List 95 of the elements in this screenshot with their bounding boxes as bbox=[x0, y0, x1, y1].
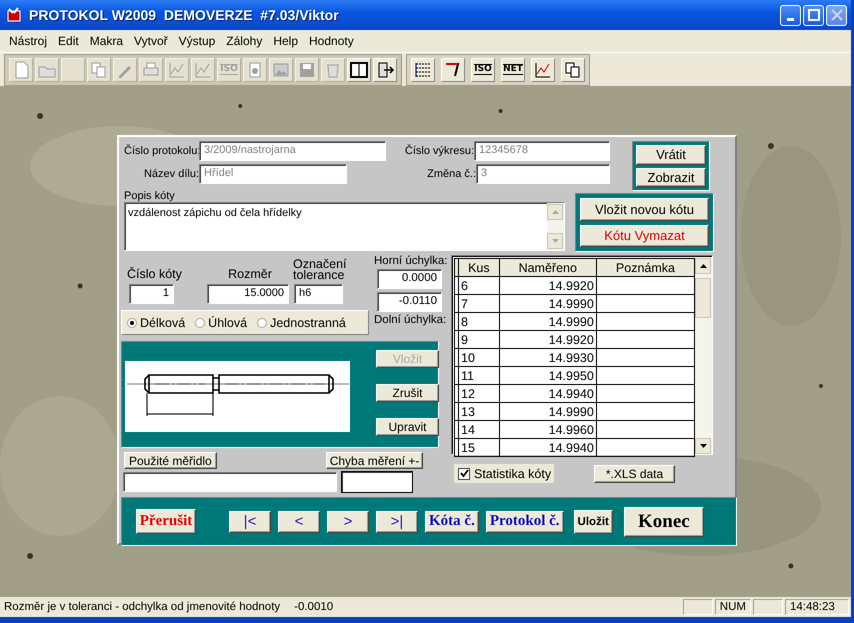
action-button[interactable]: Konec bbox=[624, 506, 704, 536]
action-button[interactable]: Kóta č. bbox=[425, 510, 479, 532]
type-radio[interactable]: Délková bbox=[127, 316, 186, 330]
menu-item[interactable]: Zálohy bbox=[221, 32, 268, 50]
type-radio[interactable]: Úhlová bbox=[195, 316, 248, 330]
field-label: Dolní úchylka: bbox=[374, 314, 444, 326]
nav-button[interactable]: |< bbox=[229, 510, 271, 532]
column-header[interactable]: Kus bbox=[458, 258, 500, 276]
minimize-button[interactable] bbox=[780, 4, 801, 26]
table-cell: 13 bbox=[458, 402, 500, 420]
maximize-button[interactable] bbox=[803, 4, 824, 26]
drawing-button[interactable]: Zrušit bbox=[376, 384, 439, 402]
scroll-down-icon[interactable] bbox=[700, 444, 707, 448]
close-icon bbox=[830, 9, 842, 21]
field-label: Rozměr bbox=[227, 267, 273, 281]
gauge-button[interactable]: Použité měřidlo bbox=[124, 452, 217, 469]
exit-icon[interactable] bbox=[373, 58, 397, 82]
field-label: Číslo kóty bbox=[127, 267, 183, 281]
scroll-up-icon[interactable] bbox=[700, 264, 707, 268]
table-cell: 12 bbox=[458, 384, 500, 402]
pen-icon[interactable] bbox=[441, 58, 465, 82]
delete-button[interactable]: Kótu Vymazat bbox=[580, 224, 709, 247]
table-cell: 11 bbox=[458, 366, 500, 384]
menu-item[interactable]: Help bbox=[268, 32, 304, 50]
menu-item[interactable]: Edit bbox=[53, 32, 85, 50]
table-cell: 10 bbox=[458, 348, 500, 366]
action-button[interactable]: Přerušit bbox=[136, 509, 196, 534]
maximize-icon bbox=[808, 9, 820, 21]
status-panel bbox=[753, 599, 783, 615]
menu-item[interactable]: Vytvoř bbox=[129, 32, 174, 50]
table-cell: 14.9990 bbox=[499, 312, 596, 330]
status-value: -0.0010 bbox=[294, 601, 334, 613]
window-title: PROTOKOL W2009 DEMOVERZE #7.03/Viktor bbox=[29, 7, 340, 23]
statistics-checkbox[interactable]: Statistika kóty bbox=[454, 464, 554, 483]
status-panel: NUM bbox=[714, 599, 751, 615]
xls-button[interactable]: *.XLS data bbox=[594, 464, 675, 482]
field-label: Označení tolerance bbox=[293, 259, 348, 281]
drawing-button[interactable]: Upravit bbox=[376, 418, 439, 436]
lower-deviation-field[interactable]: -0.0110 bbox=[377, 292, 442, 312]
menu-item[interactable]: Výstup bbox=[174, 32, 222, 50]
drawing-number-field[interactable]: 12345678 bbox=[474, 141, 610, 161]
dimension-number-field[interactable]: 1 bbox=[129, 284, 174, 304]
nav-button[interactable]: >| bbox=[376, 510, 418, 532]
part-name-field[interactable]: Hřídel bbox=[199, 164, 347, 184]
type-radio[interactable]: Jednostranná bbox=[257, 316, 346, 330]
table-cell: 14.9940 bbox=[499, 384, 596, 402]
field-label: Číslo protokolu: bbox=[124, 145, 199, 157]
table-cell: 14 bbox=[458, 420, 500, 438]
menu-item[interactable]: Hodnoty bbox=[304, 32, 360, 50]
error-button[interactable]: Chyba měření +- bbox=[326, 452, 424, 469]
table-cell: 14.9930 bbox=[499, 348, 596, 366]
close-button[interactable] bbox=[826, 4, 847, 26]
field-label: Horní úchylka: bbox=[374, 255, 444, 267]
change-field[interactable]: 3 bbox=[476, 164, 610, 184]
table-cell: 8 bbox=[458, 312, 500, 330]
table-cell: 14.9950 bbox=[499, 366, 596, 384]
table-cell: 14.9940 bbox=[499, 438, 596, 456]
table-cell: 14.9990 bbox=[499, 402, 596, 420]
menu-item[interactable]: Makra bbox=[84, 32, 130, 50]
table-cell: 14.9990 bbox=[499, 294, 596, 312]
status-panel bbox=[682, 599, 713, 615]
nav-button[interactable]: > bbox=[327, 510, 369, 532]
column-header[interactable]: Naměřeno bbox=[499, 258, 596, 276]
column-header[interactable]: Poznámka bbox=[596, 258, 695, 276]
error-field[interactable] bbox=[341, 471, 413, 493]
menu-item[interactable]: Nástroj bbox=[4, 32, 54, 50]
table-cell: 14.9960 bbox=[499, 420, 596, 438]
upper-deviation-field[interactable]: 0.0000 bbox=[377, 269, 442, 289]
nav-button[interactable]: < bbox=[278, 510, 320, 532]
table-cell: 7 bbox=[458, 294, 500, 312]
gauge-field[interactable] bbox=[123, 472, 337, 492]
scroll-thumb[interactable] bbox=[695, 278, 712, 318]
table-cell: 15 bbox=[458, 438, 500, 456]
field-label: Číslo výkresu: bbox=[404, 145, 474, 157]
action-button[interactable]: Uložit bbox=[574, 510, 613, 534]
table-cell: 6 bbox=[458, 276, 500, 294]
panel-button[interactable]: Zobrazit bbox=[636, 168, 706, 187]
add-button[interactable]: Vložit novou kótu bbox=[580, 198, 709, 220]
field-label: Popis kóty bbox=[124, 191, 176, 202]
panel-icon[interactable] bbox=[347, 58, 371, 82]
status-message: Rozměr je v toleranci - odchylka od jmenovité hodnoty bbox=[4, 601, 280, 613]
protocol-field[interactable]: 3/2009/nastrojarna bbox=[199, 141, 386, 161]
status-panel: 14:48:23 bbox=[785, 599, 849, 615]
panel-button[interactable]: Vrátit bbox=[636, 145, 706, 164]
size-field[interactable]: 15.0000 bbox=[207, 284, 289, 304]
action-button[interactable]: Protokol č. bbox=[486, 510, 564, 532]
table-cell: 14.9920 bbox=[499, 330, 596, 348]
field-label: Změna č.: bbox=[426, 168, 476, 180]
check-icon bbox=[460, 469, 468, 478]
field-label: Název dílu: bbox=[142, 168, 199, 180]
table-cell: 9 bbox=[458, 330, 500, 348]
minimize-icon bbox=[787, 18, 794, 20]
table-cell: 14.9920 bbox=[499, 276, 596, 294]
list-icon[interactable] bbox=[411, 58, 435, 82]
tolerance-field[interactable]: h6 bbox=[294, 284, 343, 304]
